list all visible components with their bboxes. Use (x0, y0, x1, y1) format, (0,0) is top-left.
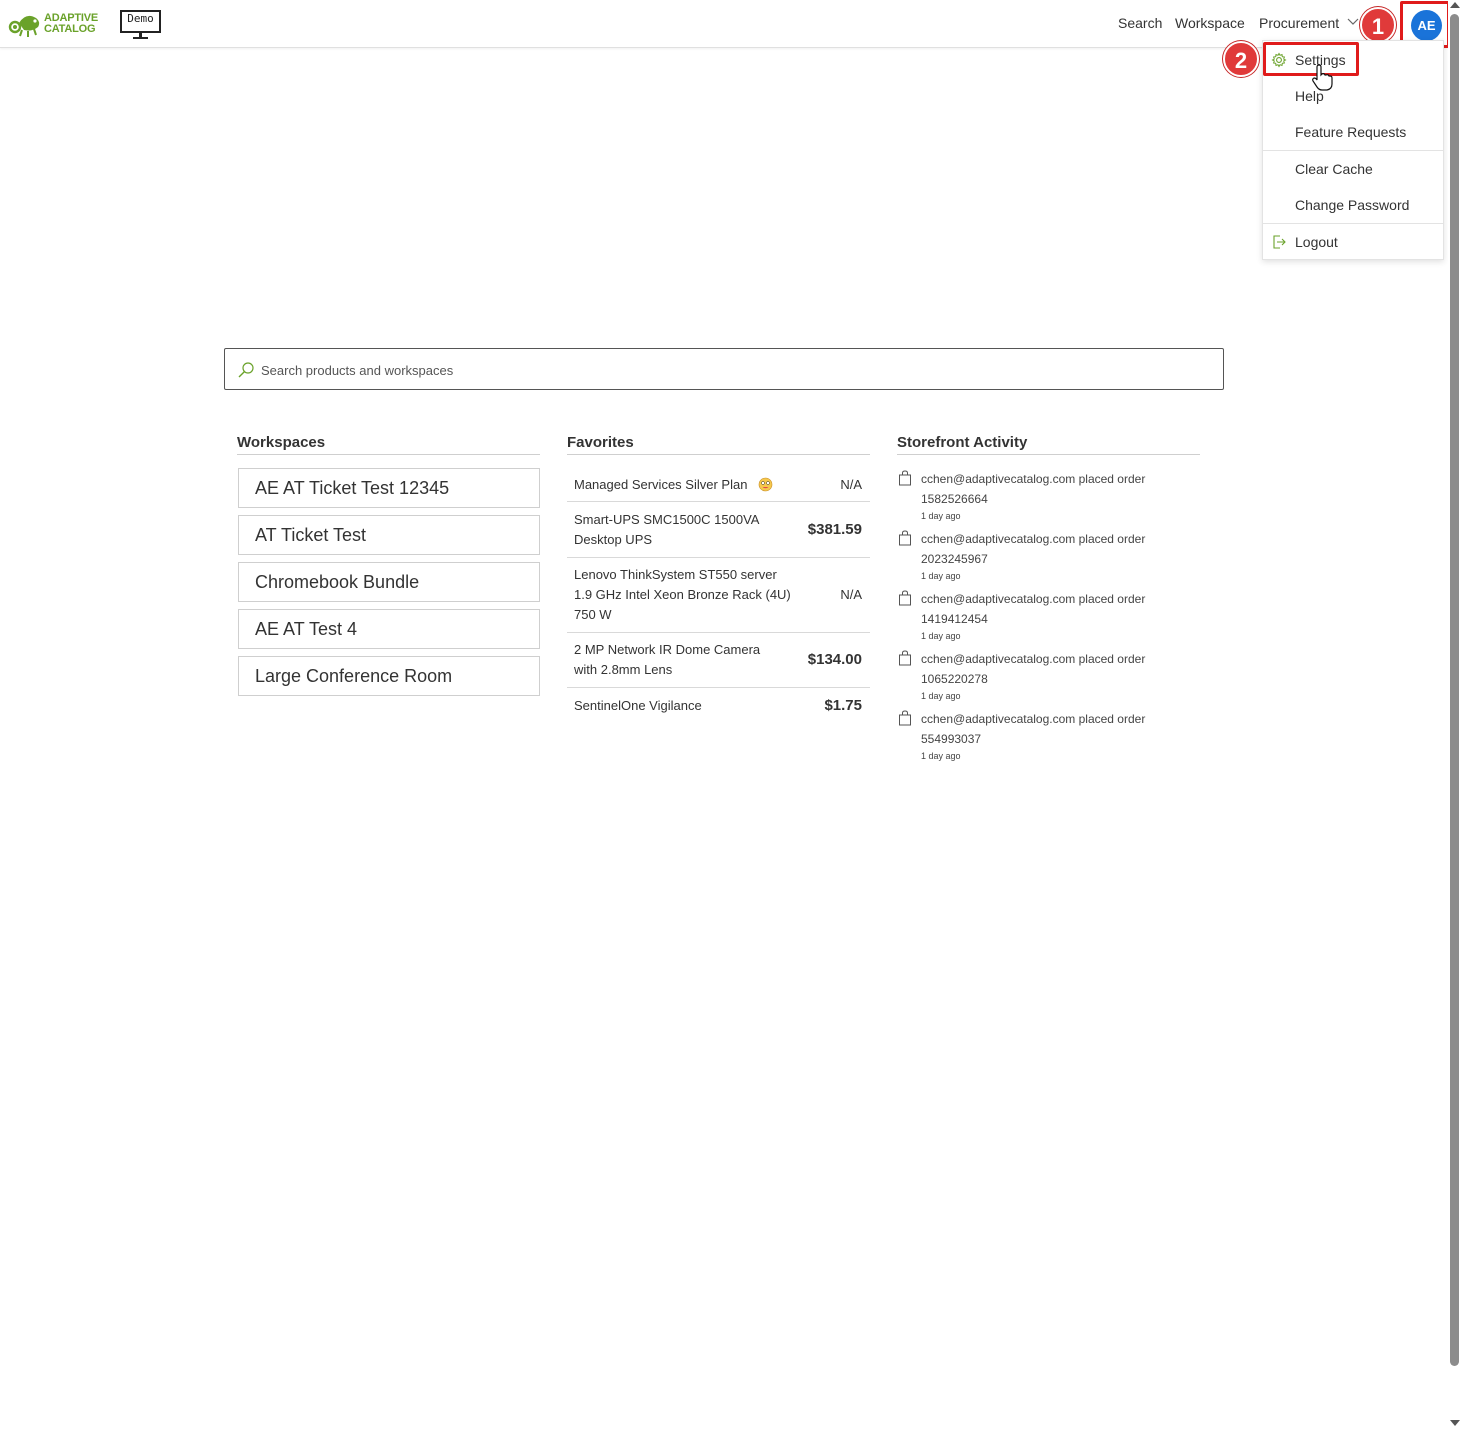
activity-item: cchen@adaptivecatalog.com placed order 1… (897, 589, 1200, 649)
scroll-up-arrow-icon[interactable] (1450, 2, 1460, 8)
shopping-bag-icon (899, 530, 911, 546)
menu-clear-cache-label: Clear Cache (1295, 161, 1373, 177)
activity-time: 1 day ago (921, 751, 961, 761)
favorite-row[interactable]: 2 MP Network IR Dome Camera with 2.8mm L… (567, 633, 870, 688)
activity-item: cchen@adaptivecatalog.com placed order 1… (897, 649, 1200, 709)
nav-procurement-link[interactable]: Procurement (1259, 15, 1339, 31)
favorite-price: N/A (840, 587, 862, 602)
workspace-card[interactable]: AT Ticket Test (238, 515, 540, 555)
demo-monitor-screen: Demo (120, 10, 161, 33)
favorite-name[interactable]: Managed Services Silver Plan (574, 475, 747, 495)
favorite-row[interactable]: Managed Services Silver Plan N/A (567, 468, 870, 502)
menu-item-feature-requests[interactable]: Feature Requests (1263, 114, 1443, 150)
menu-logout-label: Logout (1295, 234, 1338, 250)
logo-wordmark: ADAPTIVE CATALOG (44, 13, 98, 35)
emoji-face-icon (758, 477, 773, 492)
shopping-bag-icon (899, 590, 911, 606)
shopping-bag-icon (899, 650, 911, 666)
shopping-bag-icon (899, 710, 911, 726)
storefront-activity-heading: Storefront Activity (897, 434, 1200, 455)
favorite-row[interactable]: Lenovo ThinkSystem ST550 server 1.9 GHz … (567, 558, 870, 633)
hand-pointer-cursor-icon (1312, 64, 1333, 91)
workspace-card[interactable]: Chromebook Bundle (238, 562, 540, 602)
activity-time: 1 day ago (921, 511, 961, 521)
activity-item: cchen@adaptivecatalog.com placed order 1… (897, 469, 1200, 529)
activity-time: 1 day ago (921, 631, 961, 641)
demo-environment-badge: Demo (120, 10, 161, 39)
favorite-name[interactable]: SentinelOne Vigilance (574, 696, 789, 716)
logout-icon (1273, 235, 1286, 249)
activity-time: 1 day ago (921, 691, 961, 701)
favorite-price: $134.00 (807, 651, 862, 668)
step-marker-1: 1 (1360, 7, 1396, 43)
top-header: ADAPTIVE CATALOG Demo Search Workspace P… (0, 0, 1448, 48)
menu-item-change-password[interactable]: Change Password (1263, 187, 1443, 223)
workspaces-heading: Workspaces (237, 434, 540, 455)
activity-item: cchen@adaptivecatalog.com placed order 2… (897, 529, 1200, 589)
favorite-name[interactable]: 2 MP Network IR Dome Camera with 2.8mm L… (574, 640, 779, 680)
favorite-price: $381.59 (807, 521, 862, 538)
activity-text[interactable]: cchen@adaptivecatalog.com placed order 1… (921, 469, 1191, 509)
menu-item-logout[interactable]: Logout (1263, 224, 1443, 260)
activity-item: cchen@adaptivecatalog.com placed order 5… (897, 709, 1200, 769)
scroll-down-arrow-icon[interactable] (1450, 1420, 1460, 1426)
search-placeholder-text: Search products and workspaces (261, 363, 454, 378)
chameleon-logo-icon (8, 15, 40, 37)
menu-feature-requests-label: Feature Requests (1295, 124, 1407, 140)
shopping-bag-icon (899, 470, 911, 486)
global-search-input[interactable]: Search products and workspaces (224, 348, 1224, 390)
favorite-row[interactable]: Smart-UPS SMC1500C 1500VA Desktop UPS $3… (567, 502, 870, 558)
favorites-heading: Favorites (567, 434, 870, 455)
chevron-down-icon[interactable] (1347, 17, 1359, 27)
favorite-name[interactable]: Smart-UPS SMC1500C 1500VA Desktop UPS (574, 510, 779, 550)
search-icon (238, 362, 254, 378)
monitor-foot (133, 37, 148, 39)
scrollbar-thumb[interactable] (1450, 14, 1459, 1366)
activity-text[interactable]: cchen@adaptivecatalog.com placed order 1… (921, 589, 1191, 629)
step-marker-2: 2 (1223, 41, 1259, 77)
demo-label: Demo (127, 12, 154, 25)
adaptive-catalog-logo[interactable]: ADAPTIVE CATALOG (8, 10, 108, 38)
activity-time: 1 day ago (921, 571, 961, 581)
favorite-name[interactable]: Lenovo ThinkSystem ST550 server 1.9 GHz … (574, 565, 794, 625)
favorite-row[interactable]: SentinelOne Vigilance $1.75 (567, 688, 870, 724)
nav-workspace-link[interactable]: Workspace (1175, 15, 1245, 31)
workspace-card[interactable]: AE AT Test 4 (238, 609, 540, 649)
menu-item-help[interactable]: Help (1263, 78, 1443, 114)
menu-change-password-label: Change Password (1295, 197, 1410, 213)
user-avatar-button[interactable]: AE (1411, 10, 1442, 41)
workspace-card[interactable]: AE AT Ticket Test 12345 (238, 468, 540, 508)
nav-search-link[interactable]: Search (1118, 15, 1162, 31)
favorite-price: $1.75 (824, 697, 862, 714)
workspace-card[interactable]: Large Conference Room (238, 656, 540, 696)
favorite-price: N/A (840, 477, 862, 492)
activity-text[interactable]: cchen@adaptivecatalog.com placed order 2… (921, 529, 1191, 569)
activity-text[interactable]: cchen@adaptivecatalog.com placed order 5… (921, 709, 1191, 749)
menu-item-clear-cache[interactable]: Clear Cache (1263, 151, 1443, 187)
activity-text[interactable]: cchen@adaptivecatalog.com placed order 1… (921, 649, 1191, 689)
logo-line-2: CATALOG (44, 23, 96, 35)
